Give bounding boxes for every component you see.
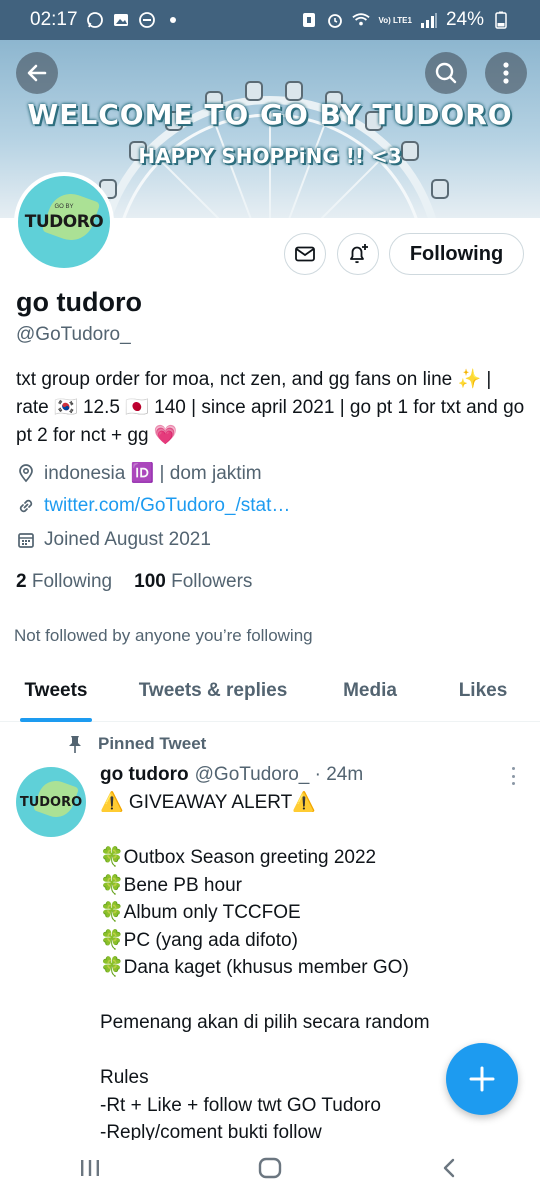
profile-tabs: Tweets Tweets & replies Media Likes (0, 660, 540, 722)
search-icon (435, 62, 457, 84)
avatar-image: GO BY TUDORO (18, 176, 110, 268)
recent-apps-button[interactable] (78, 1156, 102, 1185)
alarm-icon (326, 11, 344, 29)
tab-tweets[interactable]: Tweets (20, 660, 92, 722)
status-time: 02:17 (30, 9, 78, 30)
tweet-author-meta: @GoTudoro_ · 24m (194, 764, 364, 785)
profile-name: go tudoro (16, 287, 142, 317)
tweet-header: go tudoro @GoTudoro_ · 24m (100, 764, 363, 786)
message-button[interactable] (284, 233, 326, 275)
joined-text: Joined August 2021 (44, 529, 211, 550)
follow-counts: 2 Following 100 Followers (16, 571, 252, 593)
followers-count-link[interactable]: 100 Followers (134, 571, 252, 593)
bell-plus-icon (350, 244, 368, 264)
calendar-icon (18, 533, 34, 548)
envelope-icon (295, 246, 315, 262)
website-link[interactable]: twitter.com/GoTudoro_/stat… (44, 495, 290, 517)
notifications-button[interactable] (337, 233, 379, 275)
home-button[interactable] (257, 1155, 283, 1186)
banner-subtitle: HAPPY SHOPPiNG !! <3 (138, 144, 402, 168)
profile-avatar[interactable]: GO BY TUDORO (14, 172, 114, 272)
joined-row: Joined August 2021 (16, 529, 211, 551)
recent-apps-icon (80, 1159, 99, 1176)
not-followed-note: Not followed by anyone you’re following (14, 626, 313, 645)
back-arrow-icon (27, 64, 47, 82)
network-type: Vo) LTE1 (378, 15, 412, 25)
link-icon (19, 499, 33, 513)
tab-tweets-replies[interactable]: Tweets & replies (132, 660, 294, 722)
compose-tweet-button[interactable] (446, 1043, 518, 1115)
back-button[interactable] (16, 52, 58, 94)
tweet-avatar-text: TUDORO (19, 794, 83, 810)
search-button[interactable] (425, 52, 467, 94)
banner-title: WELCOME TO GO BY TUDORO (27, 98, 513, 131)
pin-icon (69, 736, 81, 753)
more-dot-icon (511, 774, 515, 778)
more-dot-icon (511, 782, 515, 785)
android-nav-bar (0, 1140, 540, 1200)
website-row[interactable]: twitter.com/GoTudoro_/stat… (16, 495, 290, 517)
tweet-author-name[interactable]: go tudoro (100, 764, 189, 786)
more-dot-icon (511, 767, 515, 770)
battery-percent: 24% (445, 9, 484, 30)
following-count-link[interactable]: 2 Following (16, 571, 112, 593)
avatar-text: TUDORO (24, 212, 104, 232)
chevron-left-icon (444, 1158, 455, 1177)
data-saver-icon (300, 11, 318, 29)
status-bar: 02:17 Vo) LTE1 24% (0, 0, 540, 40)
gallery-icon (112, 11, 130, 29)
plus-icon (469, 1066, 495, 1092)
notification-dot-icon (169, 17, 176, 23)
signal-icon (420, 11, 438, 29)
more-vertical-icon (503, 62, 509, 84)
location-row: indonesia 🆔 | dom jaktim (16, 461, 262, 485)
avatar-small-text: GO BY (54, 204, 74, 210)
whatsapp-icon (86, 11, 104, 29)
wifi-icon (352, 11, 371, 29)
following-button[interactable]: Following (389, 233, 524, 275)
do-not-disturb-icon (138, 11, 156, 29)
battery-icon (492, 11, 510, 29)
tweet-more-button[interactable] (506, 766, 520, 786)
home-icon (258, 1157, 282, 1178)
tweet-avatar[interactable]: TUDORO (16, 767, 86, 837)
location-text: indonesia 🆔 | dom jaktim (44, 463, 262, 484)
profile-bio: txt group order for moa, nct zen, and gg… (16, 369, 525, 446)
pinned-tweet-label: Pinned Tweet (66, 734, 206, 754)
tab-media[interactable]: Media (338, 660, 402, 722)
tab-likes[interactable]: Likes (456, 660, 510, 722)
profile-handle: @GoTudoro_ (16, 324, 131, 345)
more-options-button[interactable] (485, 52, 527, 94)
back-nav-button[interactable] (438, 1156, 462, 1185)
location-pin-icon (19, 464, 33, 483)
